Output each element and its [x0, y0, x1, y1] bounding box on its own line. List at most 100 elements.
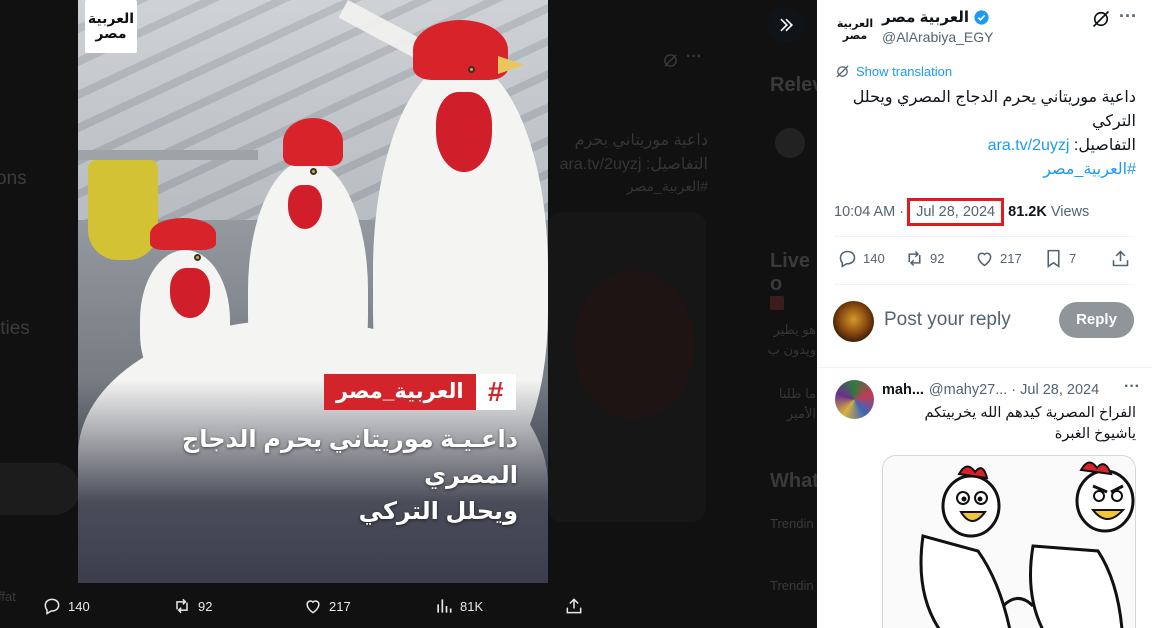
hash-icon: #: [475, 374, 516, 410]
media-like-button[interactable]: 217: [303, 596, 351, 616]
hen-middle-wattle: [288, 185, 322, 229]
author-avatar[interactable]: العربية مصر: [835, 10, 875, 50]
feeder: [88, 160, 158, 260]
comment-text: الفراخ المصرية كيدهم الله يخربيتكم ياشيو…: [924, 405, 1136, 442]
hashtag-banner-text: العربية_مصر: [324, 374, 476, 410]
author-handle[interactable]: @AlArabiya_EGY: [882, 29, 993, 45]
reply-input[interactable]: Post your reply: [884, 309, 1011, 331]
share-icon: [566, 598, 582, 614]
media-views-count: 81K: [460, 598, 484, 614]
media-repost-count: 92: [198, 598, 213, 614]
channel-logo: العربية مصر: [85, 0, 137, 53]
bookmark-count: 7: [1069, 251, 1077, 266]
repost-button[interactable]: 92: [904, 248, 944, 269]
more-options-icon[interactable]: ···: [1117, 7, 1139, 28]
media-like-count: 217: [329, 598, 351, 614]
like-button[interactable]: 217: [974, 248, 1022, 269]
bg-media-blob: [574, 270, 694, 420]
bg-live-text-2: ويدون ب: [767, 342, 816, 357]
post-time[interactable]: 10:04 AM: [834, 204, 895, 220]
feeder-pipe: [78, 150, 258, 160]
caption-line-2: ويحلل التركي: [358, 498, 518, 525]
share-icon: [1112, 250, 1129, 267]
commenter-name[interactable]: mah...: [882, 382, 924, 398]
share-button[interactable]: [1110, 248, 1131, 269]
author-name[interactable]: العربية مصر: [882, 8, 990, 26]
bg-grok-icon: [664, 54, 677, 67]
author-avatar-text: العربية مصر: [836, 17, 874, 42]
show-translation-text: Show translation: [856, 64, 953, 79]
reply-button[interactable]: 140: [837, 248, 885, 269]
author-name-text: العربية مصر: [882, 9, 969, 26]
hen-front-beak: [498, 56, 524, 74]
post-text: داعية موريتاني يحرم الدجاج المصري ويحلل …: [835, 86, 1136, 182]
repost-icon: [176, 598, 188, 614]
post-hashtag[interactable]: #العربية_مصر: [835, 158, 1136, 182]
user-avatar[interactable]: [833, 301, 874, 342]
commenter-handle[interactable]: @mahy27...: [929, 382, 1007, 398]
hen-front-comb: [413, 20, 508, 80]
comment-date[interactable]: Jul 28, 2024: [1020, 382, 1099, 398]
details-label: التفاصيل:: [1073, 137, 1136, 154]
media-image[interactable]: العربية مصر العربية_مصر # داعـيـة موريتا…: [78, 0, 548, 583]
bg-live-text-3: ما ظلنا: [778, 386, 816, 401]
media-views-button[interactable]: 81K: [434, 596, 483, 616]
bg-tweet-text-2: التفاصيل: ara.tv/2uyzj: [559, 156, 708, 173]
media-reply-button[interactable]: 140: [42, 596, 90, 616]
comment-meme-image[interactable]: [882, 455, 1136, 628]
bg-tweet-text-1: داعية موريتاني يحرم: [574, 132, 708, 149]
cartoon-chickens-image: [919, 461, 1135, 628]
verified-badge-icon: [974, 9, 989, 25]
heart-icon: [977, 252, 992, 267]
post-views-count: 81.2K: [1008, 204, 1047, 220]
repost-count: 92: [930, 251, 945, 266]
comment-more-icon[interactable]: ···: [1124, 378, 1140, 396]
media-action-bar: 140 92 217 81K: [0, 590, 817, 628]
double-chevron-right-icon: [780, 18, 794, 32]
bookmark-icon: [1047, 249, 1060, 268]
comment-header: mah... @mahy27... · Jul 28, 2024 ···: [882, 378, 1140, 398]
media-repost-button[interactable]: 92: [172, 596, 212, 616]
image-caption: داعـيـة موريتاني يحرم الدجاج المصري ويحل…: [88, 422, 518, 530]
hen-front-eye: [468, 66, 475, 73]
reply-icon: [839, 250, 856, 268]
meta-separator: ·: [899, 204, 905, 220]
divider: [834, 284, 1135, 285]
heart-icon: [306, 600, 320, 614]
hen-front-wattle: [436, 92, 492, 172]
divider: [834, 236, 1135, 237]
bg-heading-live: Live o: [770, 250, 811, 295]
bg-heading-whats-happening: What: [770, 470, 817, 492]
show-translation-link[interactable]: Show translation: [835, 64, 952, 79]
hashtag-banner: العربية_مصر #: [324, 374, 516, 410]
post-actions: 140 92 217 7: [834, 248, 1140, 272]
post-metadata: 10:04 AM · Jul 28, 2024 81.2K Views: [834, 198, 1089, 226]
post-views-label: Views: [1050, 204, 1090, 220]
caption-line-1: داعـيـة موريتاني يحرم الدجاج المصري: [181, 426, 518, 489]
grok-icon[interactable]: [1091, 9, 1111, 29]
bg-avatar: [775, 128, 805, 158]
repost-icon: [908, 250, 921, 267]
bg-sidebar-text-2: ities: [0, 318, 30, 339]
hen-left-wattle: [170, 268, 210, 318]
hen-middle-eye: [310, 168, 317, 175]
logo-text: العربية مصر: [87, 10, 135, 42]
bg-live-text-4: الأمير: [786, 406, 816, 421]
bg-sidebar-text-1: ons: [0, 168, 27, 189]
bookmark-button[interactable]: 7: [1043, 248, 1076, 269]
commenter-avatar[interactable]: [835, 380, 874, 419]
collapse-panel-button[interactable]: [768, 7, 804, 43]
divider: [817, 367, 1152, 368]
media-share-button[interactable]: [564, 596, 584, 616]
bg-more-icon: ···: [686, 48, 702, 65]
post-detail-panel: العربية مصر العربية مصر @AlArabiya_EGY ·…: [817, 0, 1152, 628]
post-text-line: داعية موريتاني يحرم الدجاج المصري ويحلل …: [852, 89, 1136, 130]
media-reply-count: 140: [68, 598, 90, 614]
bg-live-icon: [770, 296, 784, 310]
reply-submit-button[interactable]: Reply: [1059, 302, 1134, 338]
hen-middle-comb: [283, 118, 343, 166]
views-icon: [437, 599, 452, 613]
post-link[interactable]: ara.tv/2uyzj: [988, 137, 1070, 154]
reply-icon: [44, 598, 60, 615]
post-date-highlighted[interactable]: Jul 28, 2024: [907, 198, 1005, 226]
